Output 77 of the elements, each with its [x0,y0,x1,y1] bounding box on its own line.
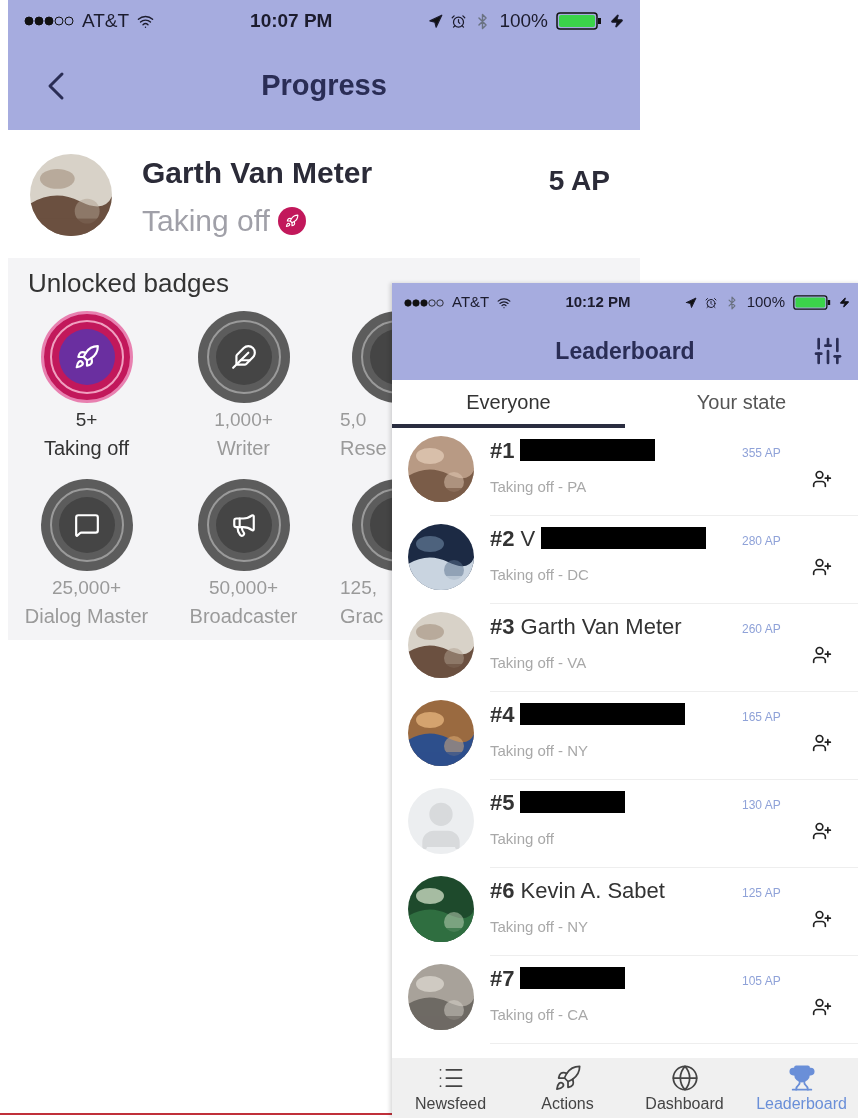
user-rank-name: #2 V [490,524,536,553]
trophy-icon [787,1064,816,1092]
user-rank-name: #1 [490,436,515,465]
rocket-icon [73,344,100,370]
user-points: 355 AP [742,445,782,462]
badge-name: Broadcaster [189,604,298,629]
screen-title: Progress [261,68,387,104]
add-person-icon [812,556,832,577]
screen-title: Leaderboard [555,336,696,366]
rocket-badge-icon [277,207,306,235]
add-person-icon [812,468,832,489]
user-subtitle: Taking off - NY [490,741,590,761]
status-time: 10:12 PM [565,292,631,313]
signal-icon [24,16,74,26]
profile-level: Taking off [142,203,270,239]
add-person-icon [812,908,832,929]
user-subtitle: Taking off [490,829,555,849]
section-title: Unlocked badges [28,267,229,300]
tab-bar-item[interactable]: Actions [509,1058,626,1118]
badge-threshold: 25,000+ [51,576,122,600]
user-points: 105 AP [742,973,782,990]
badge-threshold: 125, [340,576,377,600]
user-points: 125 AP [742,885,782,902]
megaphone-icon [230,512,257,538]
badge-threshold: 5+ [75,408,98,432]
user-rank-name: #3 Garth Van Meter [490,612,682,641]
add-person-icon [812,644,832,665]
user-subtitle: Taking off - NY [490,917,590,937]
speech-bubble-icon [73,512,100,538]
wifi-icon [497,295,512,310]
charging-icon [610,14,624,28]
badge-name: Rese [340,436,387,461]
battery-icon [793,295,831,310]
location-icon [684,296,697,309]
user-points: 130 AP [742,797,782,814]
filter-button[interactable] [812,335,844,367]
user-rank-name: #7 [490,964,515,993]
battery-icon [556,12,602,30]
badge-threshold: 50,000+ [208,576,279,600]
badge-threshold: 1,000+ [214,408,273,432]
globe-icon [670,1064,699,1092]
user-subtitle: Taking off - DC [490,565,590,585]
tab-bar-item[interactable]: Newsfeed [392,1058,509,1118]
rocket-icon [553,1064,582,1092]
user-rank-name: #5 [490,788,515,817]
add-person-icon [812,732,832,753]
user-subtitle: Taking off - CA [490,1005,590,1025]
carrier-name: AT&T [452,292,490,313]
user-points: 280 AP [742,533,782,550]
badge-name: Writer [217,436,270,461]
user-subtitle: Taking off - PA [490,477,588,497]
charging-icon [839,297,850,308]
user-subtitle: Taking off - VA [490,653,588,673]
tab-bar-item[interactable]: Dashboard [626,1058,743,1118]
user-points: 165 AP [742,709,782,726]
status-time: 10:07 PM [250,8,333,33]
badge-threshold: 5,0 [340,408,367,432]
alarm-icon [704,296,717,309]
badge-name: Dialog Master [24,604,149,629]
user-points: 260 AP [742,621,782,638]
badge-name: Grac [340,604,384,629]
add-person-icon [812,820,832,841]
alarm-icon [451,13,467,29]
tab[interactable]: Your state [625,380,858,428]
tab[interactable]: Everyone [392,380,625,428]
user-rank-name: #6 Kevin A. Sabet [490,876,665,905]
battery-percent: 100% [499,8,548,33]
signal-icon [404,297,444,308]
feather-icon [230,344,257,370]
add-person-icon [812,996,832,1017]
battery-percent: 100% [746,292,785,313]
profile-name: Garth Van Meter [142,155,373,191]
location-icon [428,13,444,29]
carrier-name: AT&T [82,8,130,33]
user-rank-name: #4 [490,700,515,729]
badge-name: Taking off [43,436,130,461]
profile-points: 5 AP [548,164,610,198]
